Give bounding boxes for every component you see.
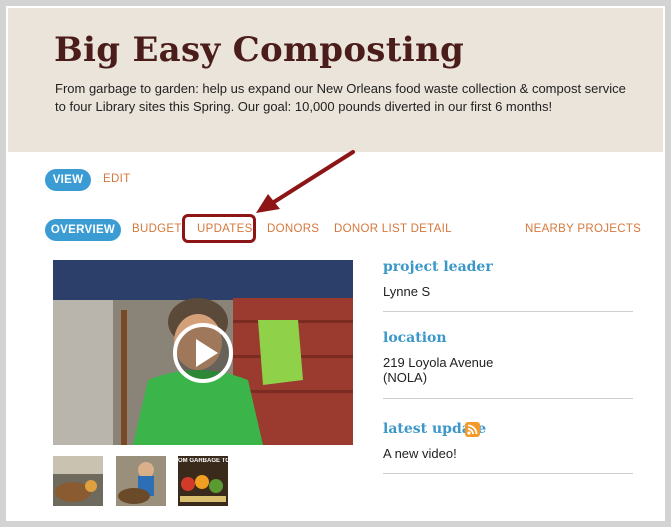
location-address: 219 Loyola Avenue bbox=[383, 355, 494, 370]
location-region: (NOLA) bbox=[383, 370, 428, 385]
project-leader-heading: project leader bbox=[383, 259, 493, 275]
latest-update-text: A new video! bbox=[383, 446, 457, 461]
project-tagline: From garbage to garden: help us expand o… bbox=[55, 81, 626, 114]
page-frame: Big Easy Composting From garbage to gard… bbox=[6, 6, 665, 521]
tab-view[interactable]: VIEW bbox=[45, 169, 91, 191]
divider bbox=[383, 473, 633, 474]
divider bbox=[383, 311, 633, 312]
project-video[interactable] bbox=[53, 260, 353, 445]
project-title: Big Easy Composting bbox=[54, 30, 465, 70]
media-thumbnail[interactable]: OM GARBAGE TO GARD bbox=[178, 456, 228, 506]
media-thumbnail[interactable] bbox=[53, 456, 103, 506]
tab-donor-list-detail[interactable]: DONOR LIST DETAIL bbox=[334, 223, 452, 235]
thumbnail-caption: OM GARBAGE TO GARD bbox=[178, 458, 228, 464]
divider bbox=[383, 398, 633, 399]
location-heading: location bbox=[383, 330, 447, 346]
media-thumbnail[interactable] bbox=[116, 456, 166, 506]
project-header: Big Easy Composting From garbage to gard… bbox=[8, 8, 663, 152]
updates-highlight-box bbox=[182, 214, 256, 243]
tab-overview[interactable]: OVERVIEW bbox=[45, 219, 121, 241]
tab-nearby-projects[interactable]: NEARBY PROJECTS bbox=[525, 223, 641, 235]
thumbnail-image bbox=[116, 456, 166, 506]
thumbnail-image bbox=[180, 475, 226, 502]
play-icon[interactable] bbox=[171, 321, 235, 385]
rss-icon[interactable] bbox=[465, 422, 480, 437]
project-leader-name: Lynne S bbox=[383, 284, 431, 299]
tab-budget[interactable]: BUDGET bbox=[132, 223, 182, 235]
tab-donors[interactable]: DONORS bbox=[267, 223, 319, 235]
tab-edit[interactable]: EDIT bbox=[103, 173, 130, 185]
thumbnail-image bbox=[53, 456, 103, 506]
